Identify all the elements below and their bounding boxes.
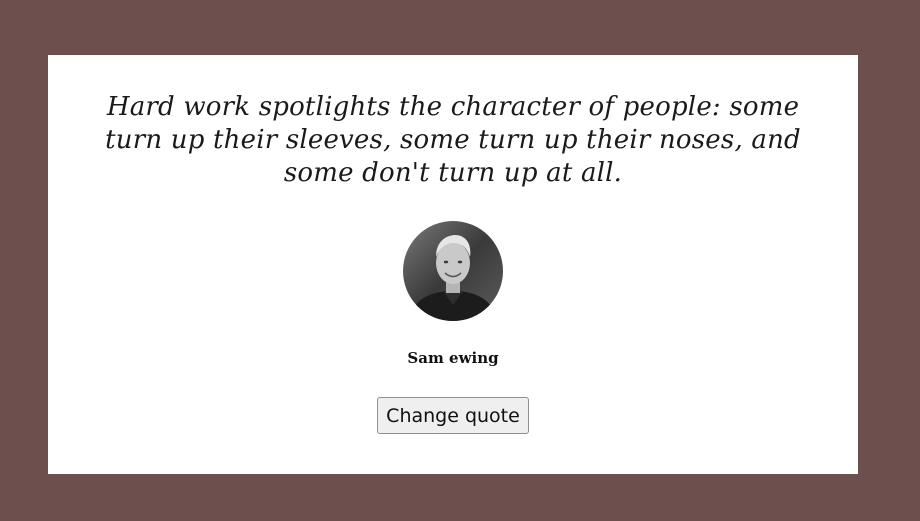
change-quote-button[interactable]: Change quote	[377, 397, 529, 434]
quote-text: Hard work spotlights the character of pe…	[105, 92, 801, 188]
author-photo	[403, 221, 503, 321]
author-avatar	[403, 221, 503, 321]
quote-author: Sam ewing	[407, 349, 499, 367]
quote-card: Hard work spotlights the character of pe…	[48, 55, 858, 474]
